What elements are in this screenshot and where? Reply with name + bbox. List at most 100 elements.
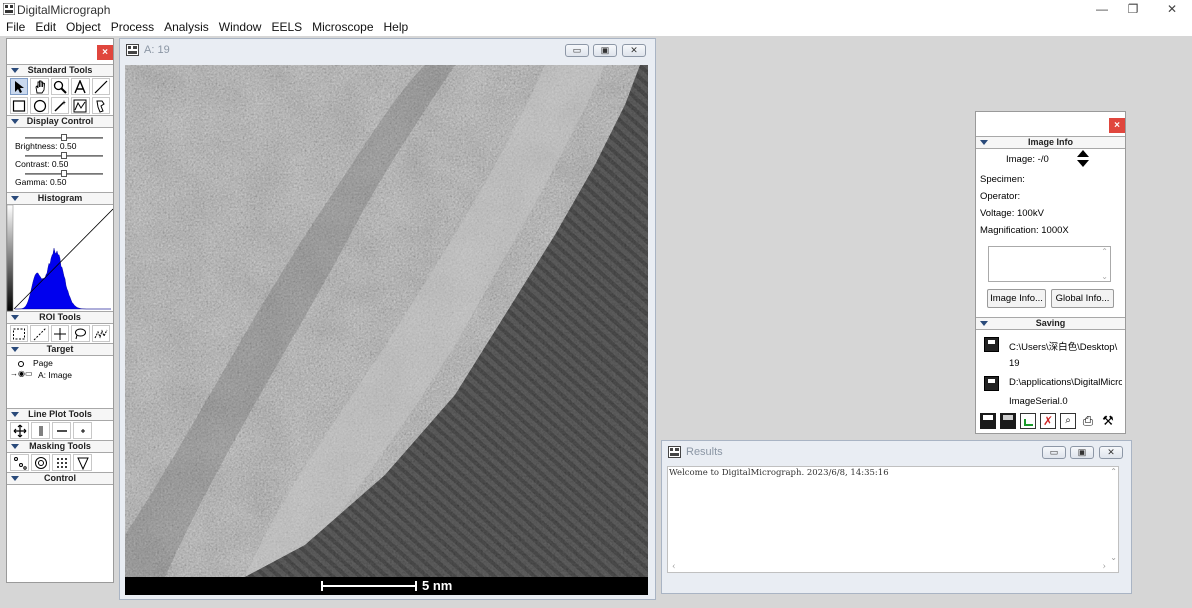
- roi-freehand-tool[interactable]: [91, 325, 111, 342]
- image-up-arrow-icon[interactable]: [1077, 150, 1089, 157]
- image-window-maximize-button[interactable]: ▣: [593, 44, 617, 57]
- brightness-slider[interactable]: [25, 134, 103, 141]
- menu-help[interactable]: Help: [384, 19, 409, 36]
- menu-analysis[interactable]: Analysis: [164, 19, 209, 36]
- target-page[interactable]: Page: [33, 358, 53, 368]
- save-as-icon[interactable]: [1000, 413, 1016, 429]
- results-window-title: Results: [686, 446, 723, 458]
- close-icon[interactable]: ✕: [1165, 2, 1179, 16]
- double-vertical-line-icon: [39, 425, 42, 436]
- tools-settings-icon[interactable]: ⚒: [1100, 413, 1116, 429]
- zoom-tool[interactable]: [50, 78, 70, 95]
- gamma-slider[interactable]: [25, 170, 103, 177]
- save-path-1[interactable]: C:\Users\深白色\Desktop\: [1009, 339, 1122, 353]
- lasso-tool[interactable]: [91, 97, 111, 114]
- delete-chart-icon[interactable]: ✗: [1040, 413, 1056, 429]
- saving-header[interactable]: Saving: [976, 317, 1125, 330]
- roi-line-tool[interactable]: [30, 325, 49, 342]
- contrast-slider-thumb[interactable]: [61, 152, 67, 159]
- wand-tool[interactable]: [50, 97, 70, 114]
- info-panel-close-button[interactable]: ×: [1109, 118, 1125, 133]
- menu-object[interactable]: Object: [66, 19, 101, 36]
- scroll-down-icon[interactable]: ⌄: [1110, 553, 1117, 562]
- notes-textarea[interactable]: ⌃ ⌄: [988, 246, 1111, 282]
- notes-scroll-down-icon[interactable]: ⌄: [1101, 272, 1108, 281]
- rectangle-tool[interactable]: [10, 97, 29, 114]
- results-window-close-button[interactable]: ✕: [1099, 446, 1123, 459]
- histogram-plot[interactable]: [6, 204, 114, 312]
- roi-rect-tool[interactable]: [10, 325, 29, 342]
- image-window[interactable]: A: 19 ▭ ▣ ✕ 5 nm: [119, 38, 656, 600]
- hand-tool[interactable]: [30, 78, 49, 95]
- lp-move-tool[interactable]: [10, 422, 29, 439]
- image-window-title: A: 19: [144, 44, 170, 56]
- save-path-2[interactable]: D:\applications\DigitalMicrog: [1009, 377, 1122, 388]
- scroll-up-icon[interactable]: ⌃: [1110, 467, 1117, 476]
- restore-icon[interactable]: ❐: [1126, 2, 1140, 16]
- target-header[interactable]: Target: [7, 343, 113, 356]
- printer-icon[interactable]: ⎙: [1080, 413, 1096, 429]
- pointer-tool[interactable]: [10, 78, 29, 95]
- contrast-slider[interactable]: [25, 152, 103, 159]
- menu-file[interactable]: File: [6, 19, 25, 36]
- standard-tools-header[interactable]: Standard Tools: [7, 64, 113, 77]
- tools-panel-close-button[interactable]: ×: [97, 45, 113, 60]
- image-info-header[interactable]: Image Info: [976, 136, 1125, 149]
- menu-microscope[interactable]: Microscope: [312, 19, 373, 36]
- results-window-minimize-button[interactable]: ▭: [1042, 446, 1066, 459]
- save-path-2-disk-icon[interactable]: [984, 376, 999, 391]
- mask-array-tool[interactable]: [52, 454, 71, 471]
- roi-point-tool[interactable]: [50, 325, 70, 342]
- save-icon[interactable]: [980, 413, 996, 429]
- minimize-icon[interactable]: —: [1095, 2, 1109, 16]
- results-window[interactable]: Results ▭ ▣ ✕ Welcome to DigitalMicrogra…: [661, 440, 1132, 594]
- lp-horizontal-tool[interactable]: [52, 422, 71, 439]
- line-tool[interactable]: [91, 78, 111, 95]
- target-image-arrow-icon: →◉▭: [10, 369, 33, 378]
- tem-micrograph[interactable]: [125, 65, 648, 577]
- notes-scroll-up-icon[interactable]: ⌃: [1101, 247, 1108, 256]
- collapse-triangle-icon: [980, 140, 988, 145]
- collapse-triangle-icon: [11, 196, 19, 201]
- display-control-header[interactable]: Display Control: [7, 115, 113, 128]
- results-output[interactable]: Welcome to DigitalMicrograph. 2023/6/8, …: [667, 466, 1119, 573]
- roi-lasso-tool[interactable]: [71, 325, 90, 342]
- lp-point-tool[interactable]: [73, 422, 92, 439]
- image-down-arrow-icon[interactable]: [1077, 160, 1089, 167]
- image-window-titlebar[interactable]: A: 19 ▭ ▣ ✕: [120, 39, 655, 61]
- menu-window[interactable]: Window: [219, 19, 262, 36]
- mask-spot-tool[interactable]: [10, 454, 29, 471]
- standard-tools-row-1: [7, 77, 113, 96]
- scroll-right-icon[interactable]: ›: [1102, 562, 1106, 572]
- save-path-1-disk-icon[interactable]: [984, 337, 999, 352]
- menu-process[interactable]: Process: [111, 19, 154, 36]
- global-info-button[interactable]: Global Info...: [1051, 289, 1114, 308]
- masking-tools-header[interactable]: Masking Tools: [7, 440, 113, 453]
- histogram-header[interactable]: Histogram: [7, 192, 113, 205]
- line-plot-tools-header[interactable]: Line Plot Tools: [7, 408, 113, 421]
- standard-tools-row-2: [7, 96, 113, 115]
- text-tool[interactable]: [71, 78, 90, 95]
- save-chart-icon[interactable]: [1020, 413, 1036, 429]
- scroll-left-icon[interactable]: ‹: [672, 562, 676, 572]
- menu-eels[interactable]: EELS: [271, 19, 302, 36]
- image-window-minimize-button[interactable]: ▭: [565, 44, 589, 57]
- control-header[interactable]: Control: [7, 472, 113, 485]
- oval-tool[interactable]: [30, 97, 49, 114]
- results-window-titlebar[interactable]: Results ▭ ▣ ✕: [662, 441, 1131, 463]
- print-preview-icon[interactable]: ⌕: [1060, 413, 1076, 429]
- mask-ring-tool[interactable]: [31, 454, 50, 471]
- menu-edit[interactable]: Edit: [35, 19, 56, 36]
- image-window-close-button[interactable]: ✕: [622, 44, 646, 57]
- image-info-button[interactable]: Image Info...: [987, 289, 1046, 308]
- save-name-2: ImageSerial.0: [1009, 396, 1068, 407]
- results-window-maximize-button[interactable]: ▣: [1070, 446, 1094, 459]
- circle-icon: [33, 99, 46, 112]
- lp-vertical-tool[interactable]: [31, 422, 50, 439]
- gamma-slider-thumb[interactable]: [61, 170, 67, 177]
- target-image[interactable]: A: Image: [38, 370, 72, 380]
- profile-tool[interactable]: [71, 97, 90, 114]
- mask-wedge-tool[interactable]: [73, 454, 92, 471]
- roi-tools-header[interactable]: ROI Tools: [7, 311, 113, 324]
- brightness-slider-thumb[interactable]: [61, 134, 67, 141]
